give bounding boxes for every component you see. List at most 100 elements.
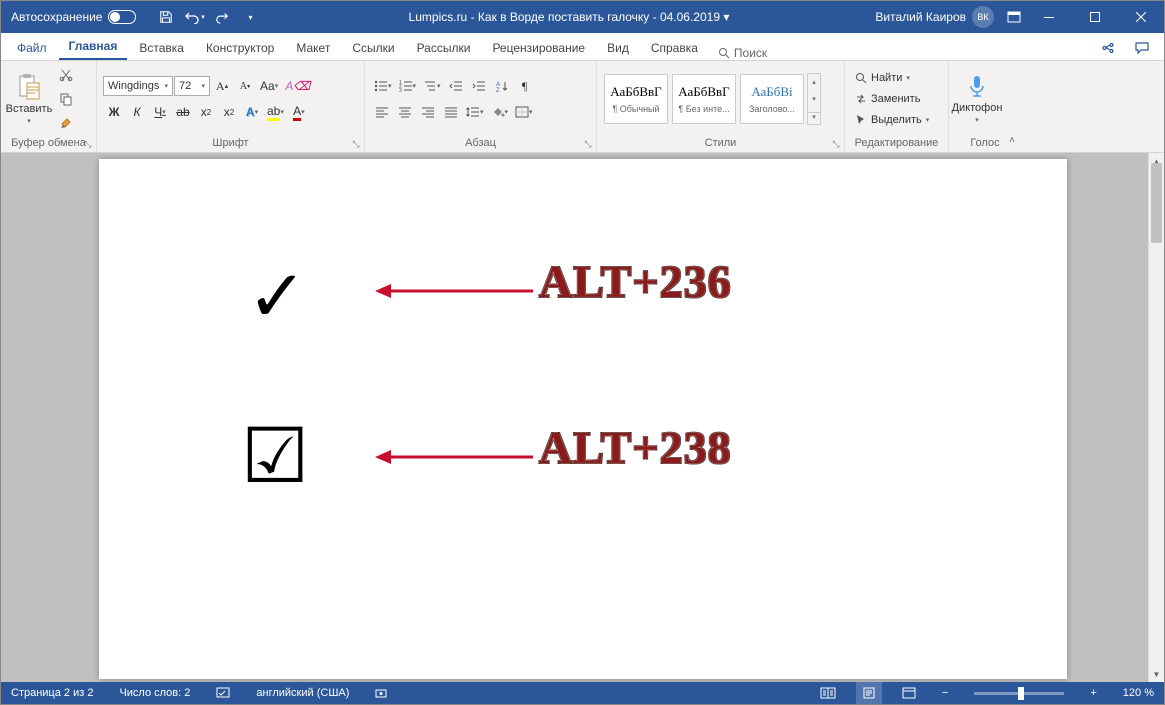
clear-formatting-button[interactable]: A⌫ [282, 75, 313, 97]
redo-button[interactable] [210, 5, 234, 29]
styles-scroller[interactable]: ▴▾▾ [807, 73, 821, 125]
style-normal[interactable]: АаБбВвГ¶ Обычный [604, 74, 668, 124]
paste-label: Вставить [6, 103, 53, 115]
language-indicator[interactable]: английский (США) [250, 682, 355, 704]
paste-button[interactable]: Вставить ▾ [5, 66, 53, 132]
find-button[interactable]: Найти▾ [851, 68, 933, 88]
share-button[interactable] [1096, 36, 1120, 60]
page-indicator[interactable]: Страница 2 из 2 [5, 682, 99, 704]
bold-button[interactable]: Ж [103, 101, 125, 123]
align-right-button[interactable] [417, 101, 439, 123]
select-button[interactable]: Выделить▾ [851, 110, 933, 130]
ribbon-display-options-button[interactable] [1002, 5, 1026, 29]
font-size-value: 72 [179, 80, 191, 92]
vertical-scrollbar[interactable]: ▲ ▼ [1148, 153, 1164, 682]
web-layout-button[interactable] [896, 682, 922, 704]
style-preview: АаБбВвГ [610, 84, 661, 100]
autosave-toggle[interactable]: Автосохранение [1, 10, 146, 24]
styles-launcher-icon[interactable]: ⤡ [830, 138, 842, 150]
search-box[interactable]: Поиск [710, 46, 775, 60]
scrollbar-thumb[interactable] [1151, 163, 1162, 243]
user-account[interactable]: Виталий Каиров ВК [867, 6, 1002, 28]
decrease-indent-button[interactable] [445, 75, 467, 97]
toggle-switch-icon[interactable] [108, 10, 136, 24]
tab-mailings[interactable]: Рассылки [407, 35, 481, 60]
zoom-in-button[interactable]: + [1084, 682, 1102, 704]
style-name: ¶ Без инте... [678, 104, 729, 114]
tab-references[interactable]: Ссылки [342, 35, 404, 60]
arrow-icon [375, 447, 535, 467]
word-count[interactable]: Число слов: 2 [113, 682, 196, 704]
italic-button[interactable]: К [126, 101, 148, 123]
save-button[interactable] [154, 5, 178, 29]
annotation-text-1: ALT+236 [539, 255, 732, 308]
tab-insert[interactable]: Вставка [129, 35, 194, 60]
shading-button[interactable]: ▾ [488, 101, 512, 123]
justify-button[interactable] [440, 101, 462, 123]
tab-layout[interactable]: Макет [286, 35, 340, 60]
undo-button[interactable]: ▾ [182, 5, 206, 29]
spellcheck-button[interactable] [210, 682, 236, 704]
tab-file[interactable]: Файл [7, 35, 57, 60]
change-case-button[interactable]: Aa▾ [257, 75, 281, 97]
record-icon [375, 687, 387, 699]
group-editing: Найти▾ Заменить Выделить▾ Редактирование [845, 61, 949, 152]
show-marks-button[interactable]: ¶ [514, 75, 536, 97]
borders-button[interactable]: ▾ [512, 101, 536, 123]
style-no-spacing[interactable]: АаБбВвГ ¶ Без инте... [672, 74, 736, 124]
bullets-button[interactable]: ▾ [371, 75, 395, 97]
text-effects-button[interactable]: A▾ [241, 101, 263, 123]
font-launcher-icon[interactable]: ⤡ [350, 138, 362, 150]
cut-button[interactable] [55, 64, 77, 86]
strikethrough-button[interactable]: ab [172, 101, 194, 123]
sort-button[interactable]: AZ [491, 75, 513, 97]
subscript-button[interactable]: x2 [195, 101, 217, 123]
superscript-button[interactable]: x2 [218, 101, 240, 123]
tab-review[interactable]: Рецензирование [482, 35, 595, 60]
paragraph-launcher-icon[interactable]: ⤡ [582, 138, 594, 150]
tab-view[interactable]: Вид [597, 35, 639, 60]
align-center-button[interactable] [394, 101, 416, 123]
underline-button[interactable]: Ч▾ [149, 101, 171, 123]
line-spacing-button[interactable]: ▾ [463, 101, 487, 123]
document-page[interactable]: ✓ ☑ ALT+236 ALT+238 [99, 159, 1067, 679]
font-name-combo[interactable]: Wingdings▾ [103, 76, 173, 96]
style-preview: АаБбВвГ [678, 84, 729, 100]
highlight-button[interactable]: ab▾ [264, 101, 287, 123]
read-mode-button[interactable] [814, 682, 842, 704]
style-heading1[interactable]: АаБбВіЗаголово... [740, 74, 804, 124]
increase-indent-button[interactable] [468, 75, 490, 97]
format-painter-button[interactable] [55, 112, 77, 134]
close-button[interactable] [1118, 1, 1164, 33]
qat-more-button[interactable]: ▾ [238, 5, 262, 29]
maximize-button[interactable] [1072, 1, 1118, 33]
shrink-font-button[interactable]: A▾ [234, 75, 256, 97]
clipboard-launcher-icon[interactable]: ⤡ [82, 138, 94, 150]
numbering-button[interactable]: 123▾ [396, 75, 420, 97]
scroll-down-button[interactable]: ▼ [1149, 666, 1164, 682]
comments-button[interactable] [1130, 36, 1154, 60]
group-styles: АаБбВвГ¶ Обычный АаБбВвГ ¶ Без инте... Аа… [597, 61, 845, 152]
multilevel-list-button[interactable]: ▾ [420, 75, 444, 97]
print-layout-button[interactable] [856, 682, 882, 704]
tab-design[interactable]: Конструктор [196, 35, 284, 60]
macro-button[interactable] [369, 682, 393, 704]
copy-button[interactable] [55, 88, 77, 110]
zoom-slider-handle[interactable] [1018, 687, 1024, 700]
zoom-out-button[interactable]: − [936, 682, 954, 704]
align-left-button[interactable] [371, 101, 393, 123]
replace-button[interactable]: Заменить [851, 89, 933, 109]
document-area[interactable]: ✓ ☑ ALT+236 ALT+238 [1, 153, 1148, 682]
dictate-button[interactable]: Диктофон ▾ [953, 66, 1001, 132]
zoom-level[interactable]: 120 % [1117, 682, 1160, 704]
collapse-ribbon-button[interactable]: ˄ [1009, 135, 1015, 146]
minimize-button[interactable] [1026, 1, 1072, 33]
tab-home[interactable]: Главная [59, 33, 128, 60]
grow-font-button[interactable]: A▴ [211, 75, 233, 97]
document-title: Lumpics.ru - Как в Ворде поставить галоч… [270, 10, 867, 24]
font-size-combo[interactable]: 72▾ [174, 76, 210, 96]
autosave-label: Автосохранение [11, 10, 102, 24]
font-color-button[interactable]: A▾ [288, 101, 310, 123]
tab-help[interactable]: Справка [641, 35, 708, 60]
zoom-slider[interactable] [974, 692, 1064, 695]
